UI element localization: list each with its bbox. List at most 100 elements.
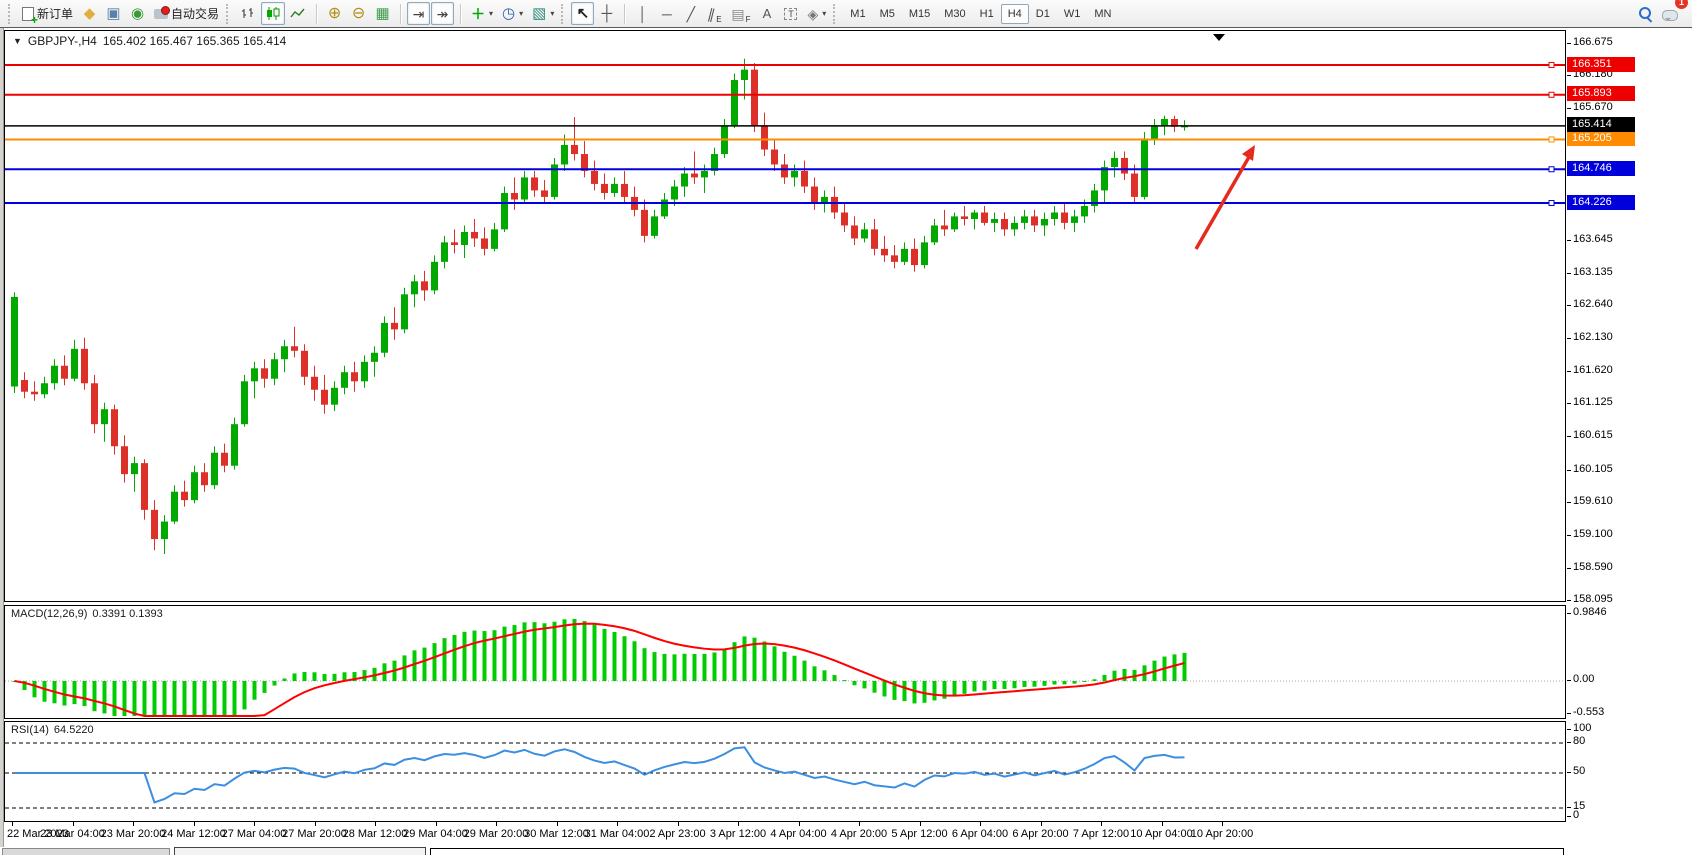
crosshair-button[interactable]: ┼ — [595, 2, 618, 25]
time-axis-label: 10 Apr 20:00 — [1191, 828, 1253, 840]
indicators-button[interactable]: ＋ ▾ — [467, 2, 497, 25]
profile-icon: ◆ — [84, 7, 96, 21]
tile-windows-button[interactable]: ▦ — [371, 2, 394, 25]
profiles-button[interactable]: ◆ — [78, 2, 101, 25]
rsi-name: RSI(14) — [11, 724, 49, 736]
candlestick-chart-button[interactable] — [261, 2, 285, 25]
dropdown-icon: ▾ — [519, 9, 523, 18]
horizontal-line-icon: ─ — [662, 7, 672, 21]
main-toolbar: 新订单 ◆ ▣ ◉ 自动交易 ⊕ ⊖ ▦ ⇥ ↠ ＋ ▾ — [0, 0, 1692, 28]
autotrading-button[interactable]: 自动交易 — [150, 2, 223, 25]
window-tab[interactable] — [2, 848, 170, 855]
terminal-strip[interactable] — [430, 848, 1564, 855]
time-axis-label: 7 Apr 12:00 — [1073, 828, 1129, 840]
bar-chart-icon — [240, 6, 256, 21]
zoom-out-button[interactable]: ⊖ — [347, 2, 370, 25]
price-axis[interactable]: 166.675166.180165.670165.160164.665164.1… — [1566, 28, 1692, 848]
time-axis-label: 27 Mar 04:00 — [222, 828, 287, 840]
timeframe-m30[interactable]: M30 — [937, 4, 972, 24]
chart-shift-icon: ⇥ — [413, 7, 425, 21]
axis-tick-label: 100 — [1573, 722, 1591, 734]
price-level-badge: 165.893 — [1567, 86, 1635, 101]
timeframe-h1[interactable]: H1 — [973, 4, 1001, 24]
time-axis-label: 4 Apr 20:00 — [831, 828, 887, 840]
rsi-label: RSI(14) 64.5220 — [11, 724, 99, 736]
rsi-panel[interactable]: RSI(14) 64.5220 — [4, 721, 1566, 822]
auto-scroll-button[interactable]: ↠ — [431, 2, 454, 25]
axis-tick-label: 159.610 — [1573, 495, 1613, 507]
templates-button[interactable]: ▧ ▾ — [528, 2, 558, 25]
arrows-button[interactable]: ◈ ▾ — [803, 2, 830, 25]
channel-e-label: E — [716, 15, 721, 24]
autotrading-icon — [154, 9, 168, 19]
time-tick — [315, 822, 316, 826]
time-axis-label: 6 Apr 20:00 — [1012, 828, 1068, 840]
rsi-value: 64.5220 — [54, 724, 94, 736]
templates-icon: ▧ — [532, 7, 546, 21]
time-axis-label: 29 Mar 20:00 — [464, 828, 529, 840]
arrows-icon: ◈ — [807, 7, 818, 21]
price-chart-panel[interactable]: ▼ GBPJPY-,H4 165.402 165.467 165.365 165… — [4, 30, 1566, 602]
clock-icon: ◷ — [502, 7, 515, 21]
toolbar-separator — [316, 4, 317, 24]
time-axis-label: 27 Mar 20:00 — [282, 828, 347, 840]
horizontal-line-button[interactable]: ─ — [655, 2, 678, 25]
periods-button[interactable]: ◷ ▾ — [498, 2, 527, 25]
chart-shift-button[interactable]: ⇥ — [407, 2, 430, 25]
axis-tick-label: 159.100 — [1573, 528, 1613, 540]
text-label-button[interactable]: T — [779, 2, 802, 25]
axis-tick-label: 162.640 — [1573, 298, 1613, 310]
chat-bubble-icon — [1662, 10, 1678, 21]
chart-title-dropdown-icon[interactable]: ▼ — [13, 36, 22, 46]
price-level-badge: 165.205 — [1567, 131, 1635, 146]
macd-panel[interactable]: MACD(12,26,9)0.3391 0.1393 — [4, 605, 1566, 719]
market-watch-icon: ▣ — [106, 7, 120, 21]
macd-name: MACD(12,26,9) — [11, 608, 87, 620]
autotrading-label: 自动交易 — [171, 5, 219, 22]
bar-chart-button[interactable] — [236, 2, 260, 25]
timeframe-m1[interactable]: M1 — [843, 4, 872, 24]
axis-tick-label: 158.590 — [1573, 561, 1613, 573]
time-tick — [617, 822, 618, 826]
time-axis[interactable]: 22 Mar 202323 Mar 04:0023 Mar 20:0024 Ma… — [4, 822, 1566, 847]
chart-symbol-label: GBPJPY-,H4 — [28, 34, 97, 48]
axis-tick-label: 165.670 — [1573, 101, 1613, 113]
signals-button[interactable]: ◉ — [126, 2, 149, 25]
toolbar-grip — [561, 4, 566, 24]
trendline-icon: ╱ — [687, 7, 695, 21]
time-tick — [194, 822, 195, 826]
equidistant-channel-button[interactable]: ∥ E — [703, 2, 726, 25]
time-tick — [254, 822, 255, 826]
candlestick-chart-canvas[interactable] — [5, 31, 1565, 601]
line-chart-button[interactable] — [286, 2, 310, 25]
time-tick — [1162, 822, 1163, 826]
time-tick — [73, 822, 74, 826]
trendline-button[interactable]: ╱ — [679, 2, 702, 25]
time-axis-label: 24 Mar 12:00 — [161, 828, 226, 840]
fibonacci-button[interactable]: ▤ F — [727, 2, 754, 25]
search-button[interactable] — [1634, 2, 1657, 25]
cursor-button[interactable]: ↖ — [571, 2, 594, 25]
zoom-in-button[interactable]: ⊕ — [323, 2, 346, 25]
vertical-line-button[interactable]: │ — [631, 2, 654, 25]
time-tick — [1041, 822, 1042, 826]
timeframe-m15[interactable]: M15 — [902, 4, 937, 24]
text-button[interactable]: A — [755, 2, 778, 25]
time-axis-label: 30 Mar 12:00 — [524, 828, 589, 840]
signal-icon: ◉ — [131, 7, 144, 21]
price-level-badge: 166.351 — [1567, 57, 1635, 72]
rsi-canvas — [5, 722, 1565, 821]
timeframe-w1[interactable]: W1 — [1057, 4, 1088, 24]
timeframe-h4[interactable]: H4 — [1001, 4, 1029, 24]
zoom-in-icon: ⊕ — [328, 7, 341, 21]
window-tab[interactable] — [174, 847, 426, 855]
market-watch-button[interactable]: ▣ — [102, 2, 125, 25]
fibonacci-f-label: F — [746, 15, 751, 24]
timeframe-m5[interactable]: M5 — [873, 4, 902, 24]
new-order-button[interactable]: 新订单 — [18, 2, 77, 25]
notifications-button[interactable]: 1 — [1658, 2, 1682, 25]
timeframe-d1[interactable]: D1 — [1029, 4, 1057, 24]
time-tick — [859, 822, 860, 826]
timeframe-mn[interactable]: MN — [1087, 4, 1118, 24]
time-tick — [980, 822, 981, 826]
